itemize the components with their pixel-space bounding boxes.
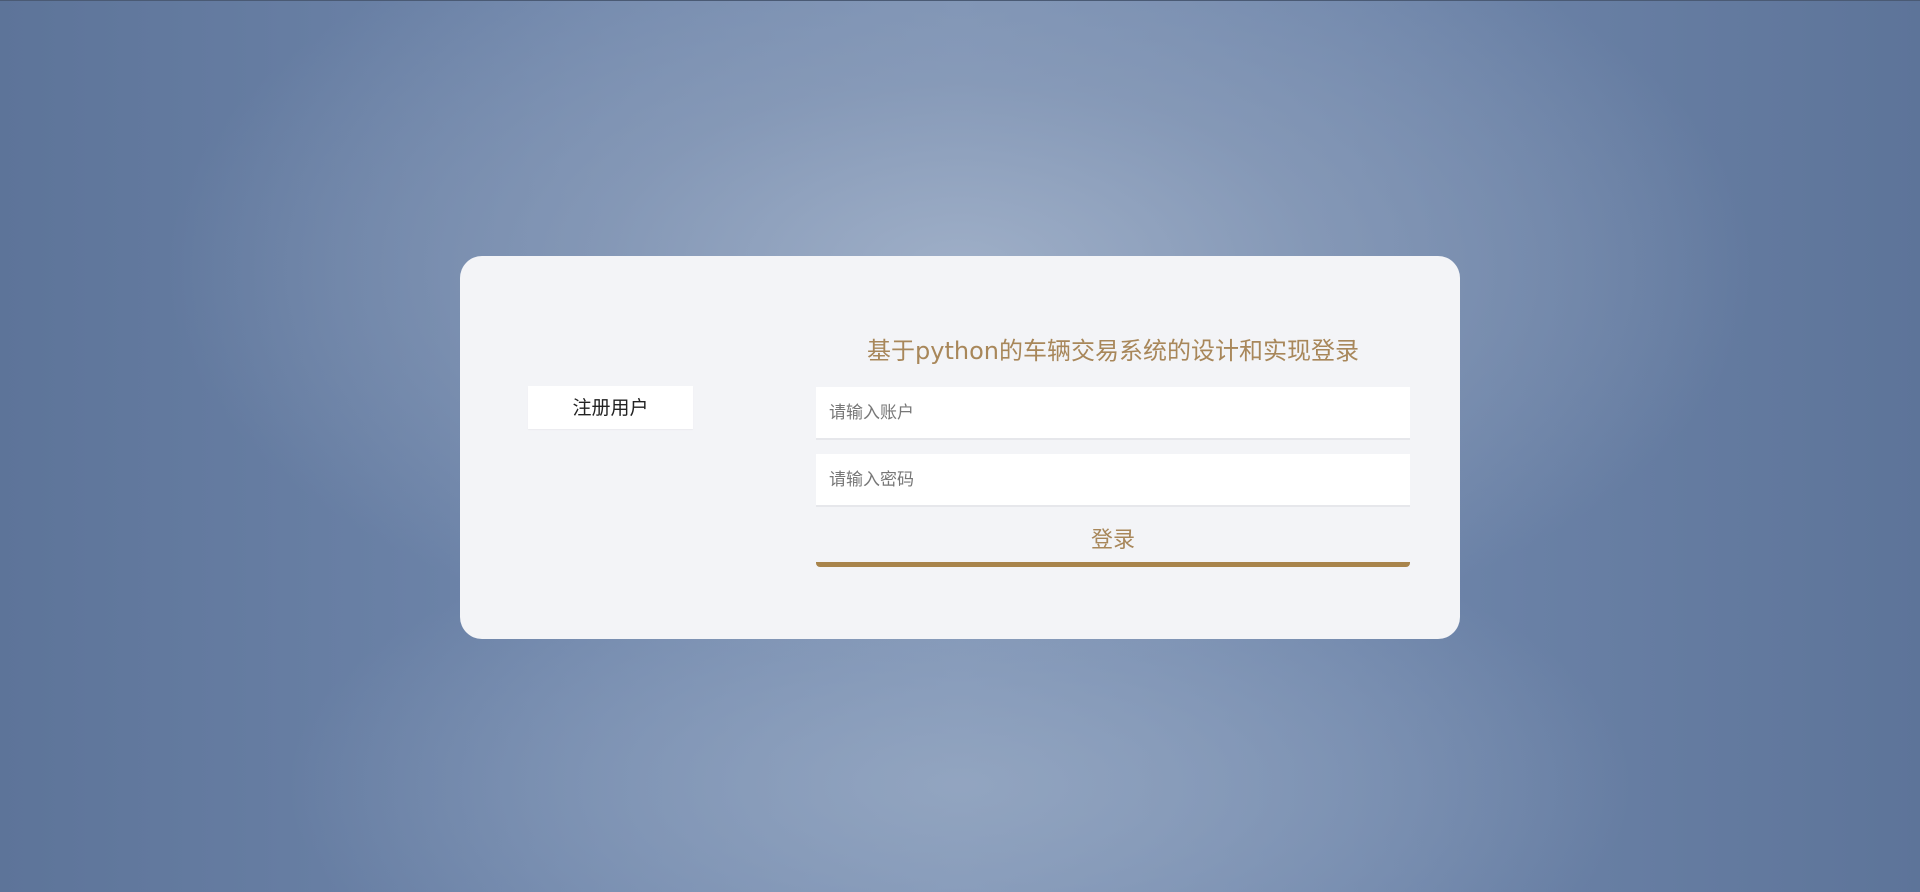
login-button[interactable]: 登录 (816, 519, 1410, 567)
login-title: 基于python的车辆交易系统的设计和实现登录 (867, 337, 1359, 365)
register-user-button[interactable]: 注册用户 (528, 386, 693, 429)
password-input[interactable] (816, 454, 1410, 507)
account-input[interactable] (816, 387, 1410, 440)
login-form: 基于python的车辆交易系统的设计和实现登录 登录 (816, 329, 1410, 567)
login-card: 注册用户 基于python的车辆交易系统的设计和实现登录 登录 (460, 256, 1460, 639)
page-background: 注册用户 基于python的车辆交易系统的设计和实现登录 登录 (0, 0, 1920, 892)
